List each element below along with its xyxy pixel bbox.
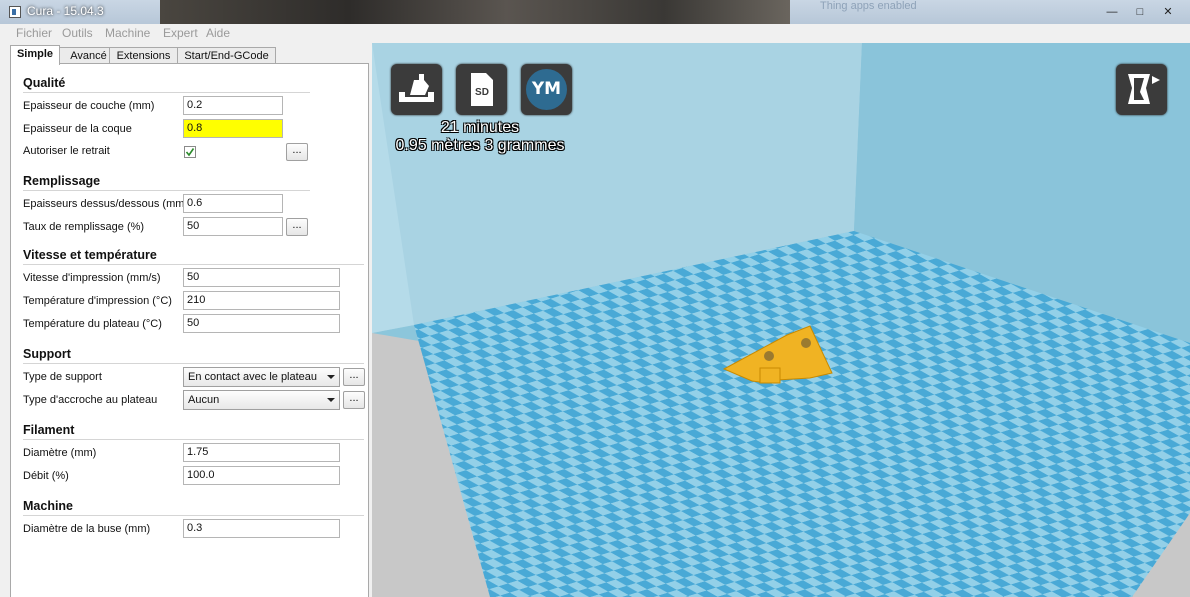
support-type-value: En contact avec le plateau bbox=[188, 371, 318, 383]
print-speed-label: Vitesse d'impression (mm/s) bbox=[23, 272, 161, 284]
section-title-machine: Machine bbox=[23, 499, 74, 513]
print-speed-input[interactable]: 50 bbox=[183, 268, 340, 287]
load-model-button[interactable] bbox=[391, 64, 442, 115]
title-bar-background-image bbox=[160, 0, 790, 24]
diameter-label: Diamètre (mm) bbox=[23, 447, 97, 459]
youmagine-icon: YM bbox=[526, 69, 567, 110]
section-title-filament: Filament bbox=[23, 423, 75, 437]
sd-card-icon: SD bbox=[471, 73, 493, 106]
bed-temp-label: Température du plateau (°C) bbox=[23, 318, 162, 330]
section-divider bbox=[23, 363, 364, 364]
bed-temp-input[interactable]: 50 bbox=[183, 314, 340, 333]
layer-height-input[interactable]: 0.2 bbox=[183, 96, 283, 115]
section-divider bbox=[23, 92, 310, 93]
window-title: Cura - 15.04.3 bbox=[27, 4, 104, 18]
3d-viewport[interactable]: SD YM 21 minutes 0.95 mètres 3 grammes bbox=[372, 43, 1190, 597]
menu-expert[interactable]: Expert bbox=[163, 26, 198, 40]
menu-machine[interactable]: Machine bbox=[105, 26, 150, 40]
svg-text:SD: SD bbox=[475, 87, 489, 98]
flow-label: Débit (%) bbox=[23, 470, 69, 482]
top-bottom-input[interactable]: 0.6 bbox=[183, 194, 283, 213]
title-bar: Cura - 15.04.3 Thing apps enabled — □ ✕ bbox=[0, 0, 1190, 24]
tab-simple[interactable]: Simple bbox=[10, 45, 60, 65]
nozzle-label: Diamètre de la buse (mm) bbox=[23, 523, 151, 535]
menu-bar: Fichier Outils Machine Expert Aide bbox=[0, 24, 372, 43]
support-type-label: Type de support bbox=[23, 371, 102, 383]
nozzle-input[interactable]: 0.3 bbox=[183, 519, 340, 538]
retraction-more-button[interactable]: ... bbox=[286, 143, 308, 161]
section-divider bbox=[23, 190, 310, 191]
load-model-icon bbox=[399, 74, 434, 102]
background-window-text: Thing apps enabled bbox=[820, 0, 917, 12]
section-title-qualite: Qualité bbox=[23, 76, 66, 90]
chevron-down-icon bbox=[327, 375, 335, 379]
menu-aide[interactable]: Aide bbox=[206, 26, 230, 40]
adhesion-select[interactable]: Aucun bbox=[183, 390, 340, 410]
adhesion-more-button[interactable]: ... bbox=[343, 391, 365, 409]
shell-thickness-input[interactable]: 0.8 bbox=[183, 119, 283, 138]
section-divider bbox=[23, 264, 364, 265]
print-temp-input[interactable]: 210 bbox=[183, 291, 340, 310]
youmagine-button[interactable]: YM bbox=[521, 64, 572, 115]
view-mode-button[interactable] bbox=[1116, 64, 1167, 115]
section-divider bbox=[23, 439, 364, 440]
check-icon bbox=[185, 148, 195, 157]
infill-density-label: Taux de remplissage (%) bbox=[23, 221, 145, 233]
maximize-icon[interactable]: □ bbox=[1132, 5, 1148, 19]
minimize-icon[interactable]: — bbox=[1104, 5, 1120, 19]
section-divider bbox=[23, 515, 364, 516]
section-title-support: Support bbox=[23, 347, 71, 361]
retraction-checkbox[interactable] bbox=[184, 146, 196, 158]
layer-height-label: Epaisseur de couche (mm) bbox=[23, 100, 155, 112]
section-title-vitesse: Vitesse et température bbox=[23, 248, 157, 262]
menu-outils[interactable]: Outils bbox=[62, 26, 93, 40]
retraction-label: Autoriser le retrait bbox=[23, 145, 110, 157]
diameter-input[interactable]: 1.75 bbox=[183, 443, 340, 462]
infill-more-button[interactable]: ... bbox=[286, 218, 308, 236]
support-type-select[interactable]: En contact avec le plateau bbox=[183, 367, 340, 387]
top-bottom-label: Epaisseurs dessus/dessous (mm) bbox=[23, 198, 189, 210]
print-temp-label: Température d'impression (°C) bbox=[23, 295, 172, 307]
adhesion-label: Type d'accroche au plateau bbox=[23, 394, 158, 406]
tab-start-end-gcode[interactable]: Start/End-GCode bbox=[177, 47, 276, 64]
print-material: 0.95 mètres 3 grammes bbox=[395, 137, 565, 154]
menu-fichier[interactable]: Fichier bbox=[16, 26, 52, 40]
close-icon[interactable]: ✕ bbox=[1160, 5, 1176, 19]
flow-input[interactable]: 100.0 bbox=[183, 466, 340, 485]
chevron-down-icon bbox=[327, 398, 335, 402]
tab-extensions[interactable]: Extensions bbox=[109, 47, 178, 64]
adhesion-value: Aucun bbox=[188, 394, 220, 406]
view-mode-icon bbox=[1128, 74, 1160, 104]
print-time: 21 minutes bbox=[440, 119, 520, 136]
save-sd-button[interactable]: SD bbox=[456, 64, 507, 115]
shell-thickness-label: Epaisseur de la coque bbox=[23, 123, 132, 135]
support-more-button[interactable]: ... bbox=[343, 368, 365, 386]
section-title-remplissage: Remplissage bbox=[23, 174, 101, 188]
app-icon bbox=[9, 6, 21, 18]
infill-density-input[interactable]: 50 bbox=[183, 217, 283, 236]
